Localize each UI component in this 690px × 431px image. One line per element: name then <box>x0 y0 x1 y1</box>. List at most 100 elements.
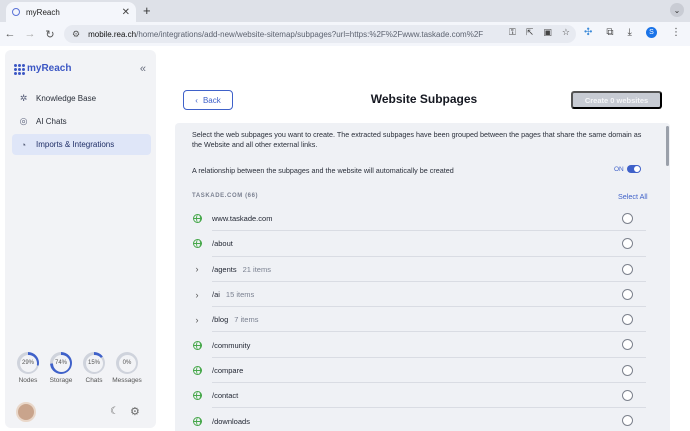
extensions-puzzle-icon[interactable]: ⧉ <box>606 27 613 38</box>
collapse-sidebar-icon[interactable]: « <box>140 63 146 75</box>
subpage-row[interactable]: /compare <box>186 358 658 384</box>
tab-favicon-icon <box>12 8 20 16</box>
select-all-link[interactable]: Select All <box>618 192 648 201</box>
subpage-path: /community <box>212 340 251 350</box>
toggle-switch[interactable] <box>626 165 641 173</box>
subpage-path: /blog <box>212 315 229 325</box>
relationship-text: A relationship between the subpages and … <box>192 166 454 175</box>
panel-scrollbar[interactable] <box>666 126 669 166</box>
tab-search-icon[interactable]: ⌄ <box>670 3 684 17</box>
usage-gauge-nodes: 29% Nodes <box>16 352 40 384</box>
bookmark-star-icon[interactable]: ☆ <box>562 27 570 38</box>
relationship-toggle[interactable]: ON <box>614 165 641 173</box>
subpage-row[interactable]: › /blog 7 items <box>186 307 658 333</box>
brand-mark-icon <box>14 63 25 75</box>
usage-gauge-storage: 74% Storage <box>49 352 73 384</box>
subpage-select-radio[interactable] <box>622 339 633 351</box>
page-title: Website Subpages <box>370 92 478 106</box>
subpage-select-radio[interactable] <box>622 390 633 402</box>
install-app-icon[interactable]: ▣ <box>543 27 552 38</box>
subpage-select-radio[interactable] <box>622 364 633 376</box>
subpage-select-radio[interactable] <box>622 213 633 224</box>
user-avatar[interactable] <box>16 402 36 422</box>
chevron-right-icon[interactable]: › <box>192 315 202 325</box>
usage-label: Storage <box>49 377 73 384</box>
chevron-right-icon[interactable]: › <box>192 290 202 300</box>
subpage-row[interactable]: /contact <box>186 383 658 409</box>
subpage-path: www.taskade.com <box>212 214 273 224</box>
subpage-item-count: 15 items <box>225 290 255 300</box>
sidebar-item-label: Imports & Integrations <box>36 140 115 149</box>
subpage-select-radio[interactable] <box>622 415 633 427</box>
extension-slack-icon[interactable]: ✣ <box>584 27 592 38</box>
chevron-left-icon: ‹ <box>195 95 198 105</box>
subpage-path: /agents <box>212 264 237 274</box>
globe-icon <box>192 214 202 224</box>
subpage-row[interactable]: › /ai 15 items <box>186 282 658 308</box>
subpage-item-count: 7 items <box>234 315 259 325</box>
globe-icon <box>192 239 202 249</box>
create-websites-button[interactable]: Create 0 websites <box>571 91 662 109</box>
globe-icon <box>192 416 202 426</box>
globe-icon <box>192 391 202 401</box>
globe-icon <box>192 340 202 350</box>
new-tab-icon[interactable]: + <box>143 3 151 18</box>
usage-ring: 0% <box>116 352 138 374</box>
chevron-right-icon[interactable]: › <box>192 264 202 274</box>
back-button-label: Back <box>202 95 221 105</box>
sidebar-item-knowledge-base[interactable]: ✲ Knowledge Base <box>12 88 151 109</box>
usage-label: Messages <box>112 377 142 384</box>
reload-icon[interactable]: ↻ <box>40 28 60 41</box>
domain-group-header: TASKADE.COM (66) <box>192 193 259 199</box>
subpage-path: /contact <box>212 391 239 401</box>
usage-meters: 29% Nodes 74% Storage 15% Chats 0% Messa… <box>16 352 142 384</box>
back-button[interactable]: ‹ Back <box>183 90 233 110</box>
subpage-row[interactable]: /about <box>186 231 658 257</box>
subpage-select-radio[interactable] <box>622 288 633 300</box>
url-host: mobile.rea.ch <box>88 29 137 39</box>
profile-avatar[interactable]: S <box>645 27 657 38</box>
subpage-row[interactable]: www.taskade.com <box>186 206 658 232</box>
subpages-panel: Select the web subpages you want to crea… <box>175 123 670 431</box>
subpage-list: www.taskade.com/about › /agents 21 items › /a… <box>186 206 658 431</box>
sidebar-footer: ☾ ⚙ <box>16 402 146 422</box>
ai-chat-icon: ◎ <box>19 116 28 126</box>
sidebar-item-ai-chats[interactable]: ◎ AI Chats <box>12 111 151 132</box>
brand-name: myReach <box>27 63 72 74</box>
subpage-item-count: 21 items <box>242 264 271 274</box>
subpage-select-radio[interactable] <box>622 263 633 275</box>
close-tab-icon[interactable]: ✕ <box>122 7 130 18</box>
integrations-icon: ◔ <box>20 139 27 150</box>
subpage-select-radio[interactable] <box>622 238 633 250</box>
back-arrow-icon[interactable]: ← <box>0 28 20 40</box>
globe-icon <box>192 365 202 375</box>
app-window: myReach « ✲ Knowledge Base ◎ AI Chats ◔ … <box>0 46 690 431</box>
subpage-select-radio[interactable] <box>622 314 633 326</box>
usage-label: Chats <box>85 377 103 384</box>
brand-logo[interactable]: myReach <box>14 63 72 75</box>
subpage-row[interactable]: /community <box>186 332 658 359</box>
password-key-icon[interactable]: ⚿ <box>509 27 516 38</box>
subpage-row[interactable]: › /agents 21 items <box>186 257 658 283</box>
sidebar-item-label: Knowledge Base <box>36 94 97 103</box>
forward-arrow-icon[interactable]: → <box>20 28 40 40</box>
browser-tab[interactable]: myReach ✕ <box>6 2 136 22</box>
dark-mode-moon-icon[interactable]: ☾ <box>110 406 119 417</box>
knowledge-icon: ✲ <box>19 93 28 103</box>
site-info-icon[interactable]: ⚙ <box>72 29 80 40</box>
settings-gear-icon[interactable]: ⚙ <box>130 405 140 418</box>
usage-label: Nodes <box>18 377 38 384</box>
browser-menu-icon[interactable]: ⋮ <box>671 27 681 38</box>
usage-gauge-messages: 0% Messages <box>112 352 142 384</box>
browser-toolbar: ← → ↻ ⚙ mobile.rea.ch/home/integrations/… <box>0 22 690 46</box>
usage-ring: 74% <box>50 352 72 374</box>
sidebar-item-imports-integrations[interactable]: ◔ Imports & Integrations <box>12 134 151 155</box>
usage-ring: 15% <box>83 352 105 374</box>
subpage-path: /about <box>212 239 233 249</box>
address-bar[interactable]: ⚙ mobile.rea.ch/home/integrations/add-ne… <box>64 25 576 43</box>
download-icon[interactable]: ⤓ <box>628 27 632 38</box>
open-external-icon[interactable]: ⇱ <box>526 27 534 38</box>
subpage-row[interactable]: /downloads <box>186 408 658 431</box>
sidebar-item-label: AI Chats <box>36 117 67 126</box>
usage-gauge-chats: 15% Chats <box>82 352 106 384</box>
